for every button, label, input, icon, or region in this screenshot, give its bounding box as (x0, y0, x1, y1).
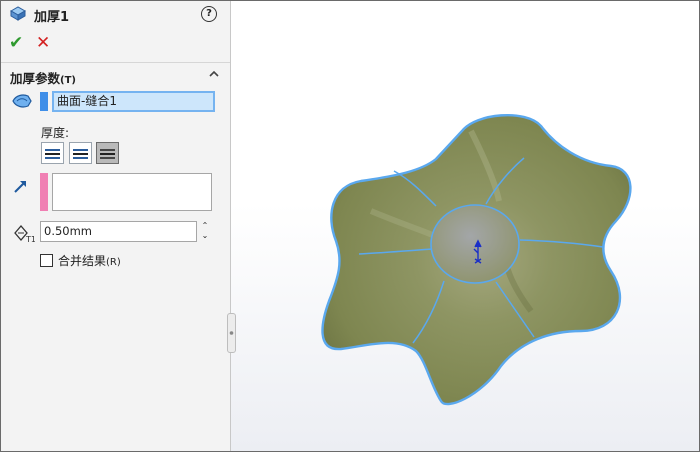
thicken-both-sides-button[interactable] (96, 142, 119, 164)
panel-splitter-handle[interactable] (227, 313, 236, 353)
thickness-dimension-icon: T1 (13, 223, 36, 246)
section-mnemonic: (T) (60, 75, 76, 86)
direction-selection-indicator (40, 173, 48, 211)
property-manager: 加厚1 ? ✔ ✕ 加厚参数(T) 曲面-缝合1 厚度: T1 0.50mm ⌃… (1, 1, 231, 451)
title-row: 加厚1 (9, 5, 69, 25)
spinner-down-icon[interactable]: ⌄ (199, 231, 211, 241)
svg-text:T1: T1 (25, 235, 35, 243)
thicken-side-2-button[interactable] (69, 142, 92, 164)
cancel-button[interactable]: ✕ (36, 33, 50, 53)
center-face[interactable] (430, 204, 520, 284)
merge-result-text: 合并结果 (58, 254, 107, 268)
app-window: 加厚1 ? ✔ ✕ 加厚参数(T) 曲面-缝合1 厚度: T1 0.50mm ⌃… (0, 0, 700, 452)
thickness-spinner[interactable]: ⌃ ⌄ (199, 221, 211, 242)
ok-button[interactable]: ✔ (9, 33, 23, 53)
surface-face-icon (11, 92, 33, 113)
merge-result-row: 合并结果(R) (40, 252, 121, 269)
direction-arrow-icon (13, 178, 29, 197)
face-selection-indicator (40, 92, 48, 111)
section-header[interactable]: 加厚参数(T) (10, 68, 76, 87)
thicken-feature-icon (9, 5, 27, 26)
help-icon[interactable]: ? (201, 6, 217, 22)
thicken-side-1-button[interactable] (41, 142, 64, 164)
thickness-input[interactable]: 0.50mm (40, 221, 197, 242)
flower-surface-model[interactable] (231, 1, 699, 451)
spinner-up-icon[interactable]: ⌃ (199, 221, 211, 231)
section-title: 加厚参数 (10, 71, 61, 86)
merge-result-label[interactable]: 合并结果(R) (58, 252, 121, 269)
chevron-up-icon[interactable] (208, 68, 220, 83)
divider (1, 62, 230, 63)
graphics-viewport[interactable] (231, 1, 699, 451)
direction-selection-box[interactable] (52, 173, 212, 211)
merge-result-checkbox[interactable] (40, 254, 53, 267)
face-selection-box[interactable]: 曲面-缝合1 (52, 91, 215, 112)
feature-title: 加厚1 (34, 9, 70, 25)
merge-result-mnemonic: (R) (106, 257, 121, 268)
thickness-label: 厚度: (41, 126, 70, 140)
